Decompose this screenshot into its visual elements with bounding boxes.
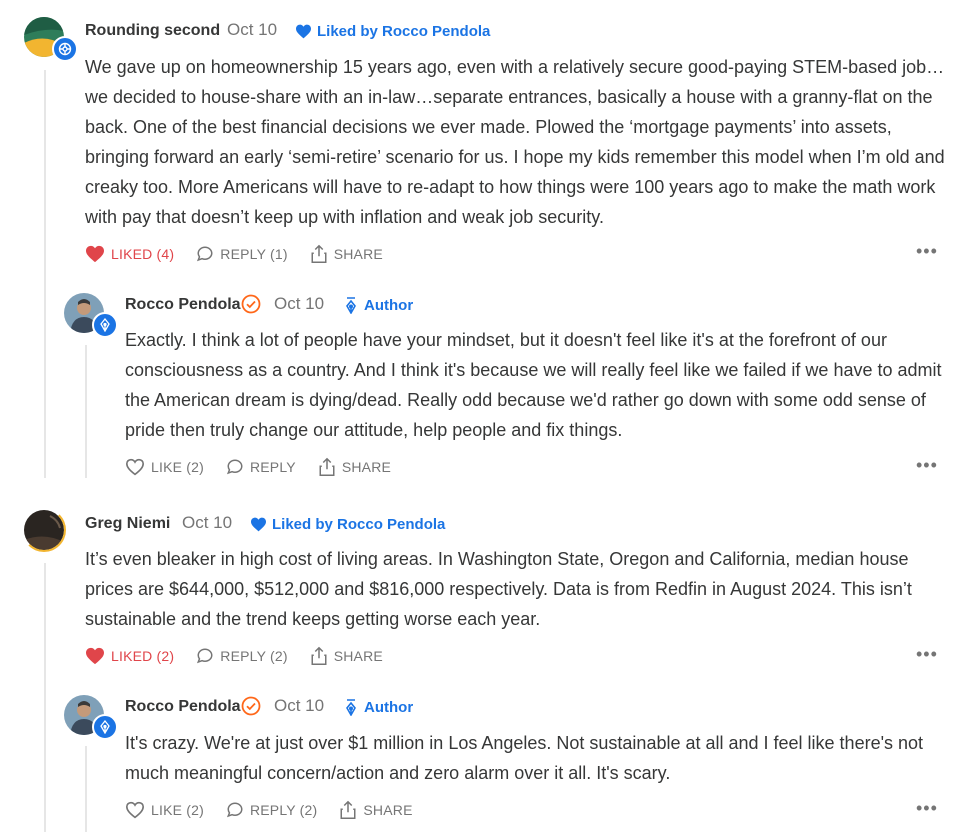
- reply-label: REPLY: [249, 459, 296, 475]
- share-button[interactable]: SHARE: [318, 457, 391, 477]
- like-button[interactable]: LIKED (2): [85, 647, 174, 665]
- avatar[interactable]: [24, 17, 78, 62]
- share-button[interactable]: SHARE: [339, 800, 412, 820]
- author-tag: Author: [345, 699, 413, 716]
- commenter-name[interactable]: Rocco Pendola: [125, 296, 241, 314]
- speech-bubble-icon: [197, 246, 213, 262]
- author-tag: Author: [345, 297, 413, 314]
- author-label: Author: [364, 699, 414, 716]
- comment-actions: LIKE (2) REPLY (2) SHARE: [125, 800, 435, 820]
- comment-actions: LIKED (2) REPLY (2) SHARE: [85, 646, 405, 666]
- commenter-name[interactable]: Rounding second: [85, 22, 220, 40]
- thread-line[interactable]: [44, 563, 46, 832]
- check-badge-icon: [241, 696, 261, 716]
- like-label: LIKED (2): [111, 648, 175, 664]
- badge-icon: [52, 36, 78, 62]
- comment-actions: LIKE (2) REPLY SHARE: [125, 457, 413, 477]
- comment-date[interactable]: Oct 10: [274, 294, 324, 314]
- like-label: LIKE (2): [151, 802, 204, 818]
- ellipsis-icon[interactable]: •••: [916, 645, 938, 663]
- like-button[interactable]: LIKE (2): [125, 801, 204, 819]
- avatar[interactable]: [22, 508, 66, 552]
- like-button[interactable]: LIKE (2): [125, 458, 204, 476]
- liked-by-label: Liked by Rocco Pendola: [272, 516, 446, 533]
- comment-actions: LIKED (4) REPLY (1) SHARE: [85, 244, 405, 264]
- speech-bubble-icon: [197, 648, 213, 664]
- thread-line[interactable]: [44, 70, 46, 478]
- heart-filled-icon: [86, 245, 104, 263]
- comment-date[interactable]: Oct 10: [227, 20, 277, 40]
- reply-label: REPLY (2): [249, 802, 318, 818]
- reply-button[interactable]: REPLY (1): [196, 245, 287, 263]
- like-label: LIKE (2): [151, 459, 204, 475]
- check-badge-icon: [241, 294, 261, 314]
- thread-line[interactable]: [85, 746, 87, 832]
- share-icon: [319, 457, 335, 476]
- reply-label: REPLY (2): [220, 648, 288, 664]
- speech-bubble-icon: [226, 459, 243, 475]
- thread-line[interactable]: [85, 345, 87, 478]
- liked-by-author: Liked by Rocco Pendola: [250, 516, 445, 533]
- author-label: Author: [364, 297, 414, 314]
- share-button[interactable]: SHARE: [310, 244, 383, 264]
- pen-nib-icon: [346, 297, 356, 314]
- share-icon: [311, 244, 327, 263]
- comment-date[interactable]: Oct 10: [182, 513, 232, 533]
- ellipsis-icon[interactable]: •••: [916, 799, 938, 817]
- like-button[interactable]: LIKED (4): [85, 245, 174, 263]
- commenter-name[interactable]: Rocco Pendola: [125, 698, 241, 716]
- avatar[interactable]: [64, 293, 118, 338]
- share-label: SHARE: [333, 648, 383, 664]
- avatar[interactable]: [64, 695, 118, 740]
- share-label: SHARE: [333, 246, 383, 262]
- share-icon: [340, 800, 356, 819]
- share-button[interactable]: SHARE: [310, 646, 383, 666]
- comment-body: It’s even bleaker in high cost of living…: [85, 549, 912, 629]
- heart-filled-icon: [86, 647, 104, 665]
- ellipsis-icon[interactable]: •••: [916, 456, 938, 474]
- pen-nib-icon: [92, 312, 118, 338]
- reply-label: REPLY (1): [220, 246, 288, 262]
- ellipsis-icon[interactable]: •••: [916, 242, 938, 260]
- heart-filled-icon: [251, 517, 266, 532]
- liked-by-label: Liked by Rocco Pendola: [317, 23, 491, 40]
- share-label: SHARE: [341, 459, 392, 475]
- liked-by-author: Liked by Rocco Pendola: [295, 23, 490, 40]
- comment-body: It's crazy. We're at just over $1 millio…: [125, 733, 924, 783]
- share-icon: [311, 646, 327, 665]
- reply-button[interactable]: REPLY (2): [196, 647, 287, 665]
- share-label: SHARE: [363, 802, 413, 818]
- comment-body: We gave up on homeownership 15 years ago…: [85, 57, 945, 227]
- heart-outline-icon: [125, 801, 145, 819]
- ring-decoration: [22, 508, 66, 552]
- comment-body: Exactly. I think a lot of people have yo…: [125, 330, 942, 440]
- like-label: LIKED (4): [111, 246, 175, 262]
- comment-date[interactable]: Oct 10: [274, 696, 324, 716]
- pen-nib-icon: [346, 699, 356, 716]
- speech-bubble-icon: [226, 802, 243, 818]
- reply-button[interactable]: REPLY: [226, 458, 296, 476]
- heart-filled-icon: [296, 24, 311, 39]
- commenter-name[interactable]: Greg Niemi: [85, 515, 170, 533]
- heart-outline-icon: [125, 458, 145, 476]
- reply-button[interactable]: REPLY (2): [226, 801, 317, 819]
- pen-nib-icon: [92, 714, 118, 740]
